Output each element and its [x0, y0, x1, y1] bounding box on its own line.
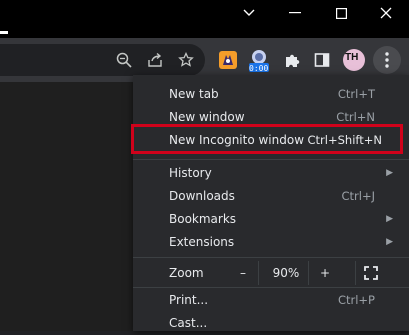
menu-item-print[interactable]: Print... Ctrl+P: [133, 289, 409, 312]
menu-item-zoom: Zoom – 90% +: [133, 261, 409, 285]
zoom-icon: [116, 52, 132, 68]
extension-fox-icon: [219, 51, 237, 69]
menu-item-label: Downloads: [169, 189, 235, 203]
menu-item-label: Print...: [169, 293, 209, 307]
zoom-indicator-button[interactable]: [110, 44, 138, 76]
side-panel-button[interactable]: [308, 44, 336, 76]
menu-item-new-tab[interactable]: New tab Ctrl+T: [133, 83, 409, 106]
sidepanel-icon: [314, 53, 330, 67]
zoom-out-button[interactable]: –: [228, 261, 259, 285]
extension-timer-button[interactable]: 0:00: [244, 44, 274, 76]
menu-item-history[interactable]: History ▶: [133, 162, 409, 185]
minimize-icon: [289, 12, 301, 14]
submenu-arrow-icon: ▶: [386, 168, 393, 178]
menu-separator: [133, 287, 409, 288]
menu-item-label: New tab: [169, 87, 219, 101]
zoom-in-label: +: [319, 266, 331, 280]
puzzle-icon: [286, 54, 300, 67]
extension-fox-button[interactable]: [214, 44, 242, 76]
maximize-button[interactable]: [318, 0, 364, 26]
menu-item-label: Cast...: [169, 316, 208, 330]
timer-badge: 0:00: [249, 64, 269, 73]
bookmark-star-icon: [178, 52, 194, 67]
close-button[interactable]: [363, 0, 409, 26]
kebab-menu-icon: [385, 52, 389, 68]
profile-button[interactable]: TH: [340, 44, 368, 76]
avatar-initials: TH: [345, 52, 359, 63]
fullscreen-button[interactable]: [355, 261, 386, 285]
tab-edge: [0, 31, 8, 34]
title-bar: [0, 0, 409, 38]
submenu-arrow-icon: ▶: [386, 214, 393, 224]
menu-item-extensions[interactable]: Extensions ▶: [133, 231, 409, 254]
extensions-button[interactable]: [278, 44, 306, 76]
share-icon: [148, 52, 162, 67]
chevron-down-icon: [243, 9, 255, 16]
menu-item-label: Bookmarks: [169, 212, 237, 226]
menu-separator: [133, 257, 409, 258]
menu-item-shortcut: Ctrl+P: [337, 293, 375, 307]
menu-item-shortcut: Ctrl+J: [341, 189, 376, 203]
zoom-out-label: –: [240, 266, 246, 280]
minimize-button[interactable]: [272, 0, 318, 26]
avatar: TH: [343, 49, 365, 71]
zoom-label: Zoom: [169, 266, 204, 280]
share-button[interactable]: [141, 44, 169, 76]
submenu-arrow-icon: ▶: [386, 237, 393, 247]
menu-separator: [133, 159, 409, 160]
zoom-in-button[interactable]: +: [308, 261, 341, 285]
menu-item-label: Extensions: [169, 235, 235, 249]
menu-item-cast[interactable]: Cast...: [133, 312, 409, 335]
close-icon: [380, 7, 392, 19]
menu-item-label: History: [169, 166, 212, 180]
zoom-value: 90%: [272, 266, 300, 280]
fullscreen-icon: [364, 266, 378, 280]
menu-item-shortcut: Ctrl+T: [337, 87, 375, 101]
maximize-icon: [335, 7, 347, 19]
menu-button[interactable]: [372, 44, 402, 76]
menu-item-downloads[interactable]: Downloads Ctrl+J: [133, 185, 409, 208]
chrome-menu: New tab Ctrl+T New window Ctrl+N New Inc…: [133, 75, 409, 331]
zoom-controls: – 90% +: [228, 261, 341, 285]
bookmark-button[interactable]: [172, 44, 200, 76]
menu-item-bookmarks[interactable]: Bookmarks ▶: [133, 208, 409, 231]
tab-search-button[interactable]: [226, 0, 272, 26]
highlight-annotation: [131, 124, 403, 154]
